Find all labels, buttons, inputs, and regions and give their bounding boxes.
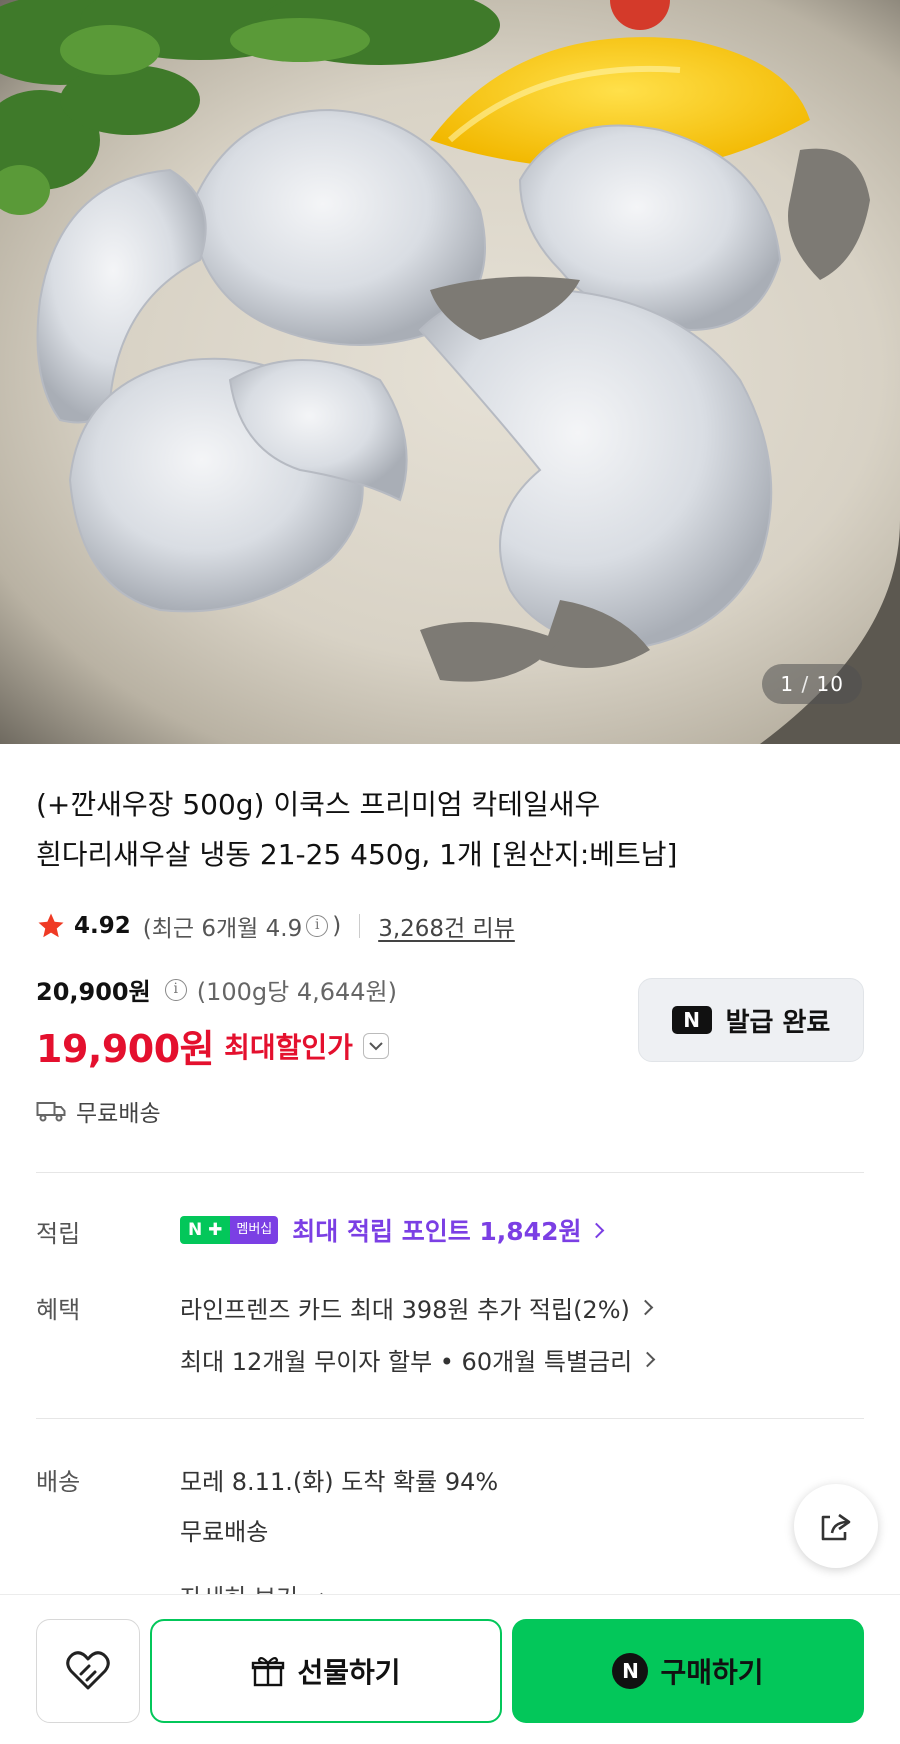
bottom-action-bar: 선물하기 N 구매하기 [0, 1594, 900, 1744]
image-counter-separator: / [801, 672, 810, 696]
price-info-icon[interactable]: i [164, 978, 187, 1001]
rating-row: 4.92 (최근 6개월 4.9 i ) 3,268건 리뷰 [36, 906, 515, 946]
membership-label: 멤버십 [230, 1216, 279, 1244]
naver-n-icon: N [671, 1006, 712, 1034]
naver-pay-icon: N [612, 1653, 649, 1689]
image-total-count: 10 [816, 672, 844, 696]
points-label: 적립 [36, 1220, 81, 1248]
image-counter: 1 / 10 [762, 664, 862, 704]
section-divider [36, 1172, 864, 1173]
shrimp-photo [0, 0, 900, 744]
sale-price: 19,900원 [36, 1027, 215, 1071]
shipping-tag: 무료배송 [36, 1094, 161, 1128]
buy-button-label: 구매하기 [660, 1656, 764, 1689]
rating-recent-close: ) [332, 913, 342, 939]
share-button[interactable] [794, 1484, 878, 1568]
share-icon [821, 1513, 851, 1541]
divider [359, 914, 361, 938]
max-points-text: 최대 적립 포인트 1,842원 [292, 1217, 582, 1246]
naver-plus-badge: N ✚ [180, 1216, 231, 1244]
points-row[interactable]: N ✚ 멤버십 최대 적립 포인트 1,842원 [180, 1212, 605, 1248]
rating-score: 4.92 [74, 913, 131, 939]
benefit-card-row[interactable]: 라인프렌즈 카드 최대 398원 추가 적립(2%) [180, 1290, 654, 1325]
delivery-fee: 무료배송 [180, 1512, 268, 1547]
delivery-fee-text: 무료배송 [180, 1518, 269, 1546]
heart-icon [66, 1651, 110, 1690]
shipping-tag-label: 무료배송 [76, 1101, 161, 1127]
unit-price: (100g당 4,644원) [196, 978, 397, 1006]
benefit-installment-row[interactable]: 최대 12개월 무이자 할부 • 60개월 특별금리 [180, 1342, 656, 1377]
star-icon [38, 913, 64, 938]
product-image[interactable]: 1 / 10 [0, 0, 900, 744]
image-current-index: 1 [780, 672, 795, 696]
original-price: 20,900원 [36, 978, 151, 1006]
chevron-right-icon [637, 1299, 654, 1316]
section-divider [36, 1418, 864, 1419]
chevron-right-icon [589, 1222, 605, 1238]
truck-icon [36, 1102, 66, 1122]
buy-button[interactable]: N 구매하기 [512, 1619, 864, 1723]
review-count-link[interactable]: 3,268건 리뷰 [378, 909, 515, 943]
delivery-arrival: 모레 8.11.(화) 도착 확률 94% [180, 1462, 498, 1497]
gift-button[interactable]: 선물하기 [150, 1619, 502, 1723]
gift-button-label: 선물하기 [297, 1656, 401, 1689]
chevron-down-icon[interactable] [362, 1032, 389, 1059]
membership-badge: N ✚ 멤버십 [180, 1216, 279, 1244]
wishlist-button[interactable] [36, 1619, 140, 1723]
benefits-label: 혜택 [36, 1296, 81, 1324]
product-title-line1: (+깐새우장 500g) 이쿡스 프리미엄 칵테일새우 [36, 788, 601, 821]
info-icon[interactable]: i [306, 915, 329, 937]
rating-recent: (최근 6개월 4.9 [142, 916, 303, 942]
coupon-button-label: 발급 완료 [725, 1007, 831, 1038]
sale-price-row: 19,900원 최대할인가 [36, 1018, 389, 1073]
installment-text: 최대 12개월 무이자 할부 • 60개월 특별금리 [180, 1348, 633, 1376]
arrival-estimate: 모레 8.11.(화) 도착 확률 94% [180, 1468, 499, 1496]
product-title: (+깐새우장 500g) 이쿡스 프리미엄 칵테일새우 흰다리새우살 냉동 21… [36, 780, 876, 880]
chevron-right-icon [639, 1351, 656, 1368]
delivery-label: 배송 [36, 1468, 81, 1496]
original-price-row: 20,900원 i (100g당 4,644원) [36, 972, 397, 1007]
gift-icon [252, 1656, 285, 1687]
product-title-line2: 흰다리새우살 냉동 21-25 450g, 1개 [원산지:베트남] [36, 838, 678, 871]
card-benefit-text: 라인프렌즈 카드 최대 398원 추가 적립(2%) [180, 1296, 630, 1324]
coupon-issued-button[interactable]: N 발급 완료 [638, 978, 864, 1062]
max-discount-label: 최대할인가 [224, 1030, 353, 1064]
